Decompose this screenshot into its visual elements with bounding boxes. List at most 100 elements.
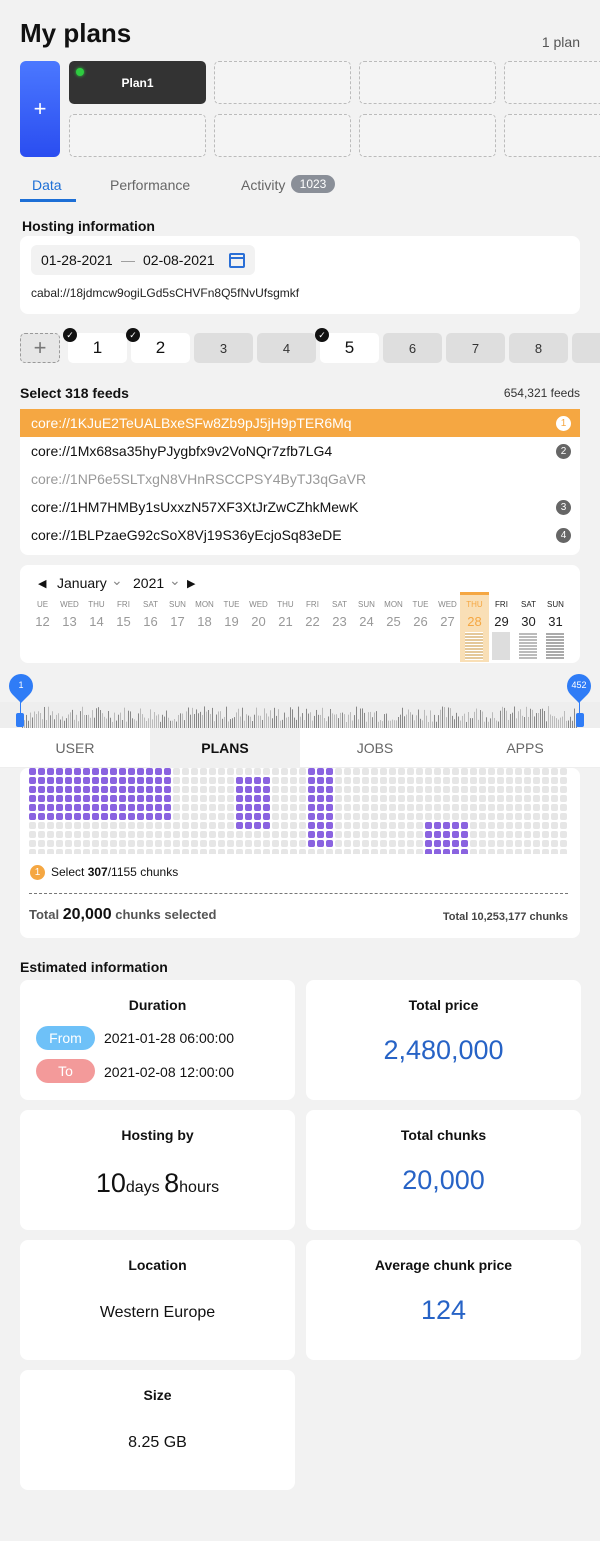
empty-plan-slot[interactable]: [504, 114, 600, 157]
chunk-cell: [110, 840, 117, 847]
chunk-cell: [470, 786, 477, 793]
slider-start-handle[interactable]: [16, 713, 24, 727]
timeline-slider[interactable]: [0, 702, 600, 728]
calendar-day[interactable]: SAT 23: [326, 600, 353, 629]
tab-data[interactable]: Data: [32, 177, 62, 193]
prev-month-icon[interactable]: ◀: [38, 577, 46, 590]
chunk-cell: [344, 822, 351, 829]
year-select[interactable]: 2021: [133, 575, 164, 591]
calendar-day[interactable]: WED 27: [434, 600, 461, 629]
chunk-cell: [506, 813, 513, 820]
feed-button-7[interactable]: 7: [446, 333, 505, 363]
feed-row[interactable]: core://1NP6e5SLTxgN8VHnRSCCPSY4ByTJ3qGaV…: [20, 465, 580, 493]
calendar-day[interactable]: FRI 15: [110, 600, 137, 629]
chunk-cell: [38, 804, 45, 811]
slider-start-pin[interactable]: 1: [4, 669, 38, 704]
plan-card-plan1[interactable]: Plan1: [69, 61, 206, 104]
empty-plan-slot[interactable]: [359, 114, 496, 157]
feed-button-6[interactable]: 6: [383, 333, 442, 363]
day-name: THU: [277, 600, 294, 609]
calendar-icon[interactable]: [229, 253, 245, 268]
add-plan-button[interactable]: +: [20, 61, 60, 157]
chunk-cell: [182, 840, 189, 847]
timeline-bar: [54, 719, 55, 728]
chunk-cell: [560, 795, 567, 802]
chunk-grid[interactable]: [29, 768, 569, 854]
timeline-bar: [534, 716, 535, 728]
calendar-day[interactable]: TUE 26: [407, 600, 434, 629]
next-month-icon[interactable]: ▶: [187, 577, 195, 590]
chunk-cell: [263, 768, 270, 775]
feed-button-8[interactable]: 8: [509, 333, 568, 363]
feed-row[interactable]: core://1KJuE2TeUALBxeSFw8Zb9pJ5jH9pTER6M…: [20, 409, 580, 437]
add-feed-button[interactable]: +: [20, 333, 60, 363]
timeline-bar: [374, 712, 375, 728]
chunk-cell: [299, 804, 306, 811]
chunk-cell: [254, 822, 261, 829]
calendar-day[interactable]: SUN 24: [353, 600, 380, 629]
chunk-cell: [65, 840, 72, 847]
timeline-bar: [486, 717, 487, 728]
empty-plan-slot[interactable]: [214, 61, 351, 104]
feed-button-2[interactable]: 2 ✓: [126, 328, 190, 363]
tab-activity[interactable]: Activity: [241, 177, 285, 193]
timeline-bar: [110, 717, 111, 728]
chunk-cell: [200, 777, 207, 784]
chunk-cell: [380, 813, 387, 820]
chunk-cell: [443, 849, 450, 854]
empty-plan-slot[interactable]: [504, 61, 600, 104]
calendar-day[interactable]: THU 14: [83, 600, 110, 629]
calendar-day[interactable]: SAT 30: [515, 600, 542, 629]
tab-jobs[interactable]: JOBS: [300, 728, 450, 768]
day-name: SAT: [143, 600, 158, 609]
slider-end-handle[interactable]: [576, 713, 584, 727]
feed-row[interactable]: core://1Mx68sa35hyPJygbfx9v2VoNQr7zfb7LG…: [20, 437, 580, 465]
timeline-bar: [206, 711, 207, 728]
tab-plans[interactable]: PLANS: [150, 728, 300, 768]
calendar-day[interactable]: SAT 16: [137, 600, 164, 629]
empty-plan-slot[interactable]: [214, 114, 351, 157]
day-number: 15: [116, 614, 131, 629]
feed-button-3[interactable]: 3: [194, 333, 253, 363]
timeline-bar: [310, 712, 311, 728]
empty-plan-slot[interactable]: [359, 61, 496, 104]
tab-user[interactable]: USER: [0, 728, 150, 768]
calendar-day[interactable]: WED 13: [56, 600, 83, 629]
calendar-day[interactable]: MON 25: [380, 600, 407, 629]
calendar-day[interactable]: FRI 22: [299, 600, 326, 629]
chunk-cell: [308, 804, 315, 811]
chunk-cell: [254, 849, 261, 854]
chunk-cell: [38, 795, 45, 802]
calendar-day[interactable]: THU 21: [272, 600, 299, 629]
calendar-day[interactable]: TUE 19: [218, 600, 245, 629]
calendar-day[interactable]: WED 20: [245, 600, 272, 629]
feed-row[interactable]: core://1HM7HMBy1sUxxzN57XF3XtJrZwCZhkMew…: [20, 493, 580, 521]
timeline-bar: [400, 714, 401, 728]
month-select[interactable]: January: [57, 575, 107, 591]
chunk-cell: [416, 831, 423, 838]
chunk-cell: [515, 840, 522, 847]
calendar-day[interactable]: THU 28: [461, 600, 488, 629]
chunk-cell: [245, 813, 252, 820]
timeline-bar: [248, 715, 249, 728]
tab-apps[interactable]: APPS: [450, 728, 600, 768]
location-card: Location Western Europe: [20, 1240, 295, 1360]
chunk-cell: [155, 831, 162, 838]
empty-plan-slot[interactable]: [69, 114, 206, 157]
tab-performance[interactable]: Performance: [110, 177, 190, 193]
calendar-day[interactable]: SUN 31: [542, 600, 569, 629]
feed-address: core://1Mx68sa35hyPJygbfx9v2VoNQr7zfb7LG…: [31, 443, 333, 459]
feed-button-1[interactable]: 1 ✓: [63, 328, 127, 363]
feed-row[interactable]: core://1BLPzaeG92cSoX8Vj19S36yEcjoSq83eD…: [20, 521, 580, 549]
chunk-cell: [371, 768, 378, 775]
calendar-day[interactable]: UE 12: [29, 600, 56, 629]
calendar-day[interactable]: FRI 29: [488, 600, 515, 629]
calendar-day[interactable]: SUN 17: [164, 600, 191, 629]
chunk-cell: [182, 777, 189, 784]
calendar-day[interactable]: MON 18: [191, 600, 218, 629]
feed-button-partial[interactable]: [572, 333, 600, 363]
slider-end-pin[interactable]: 452: [562, 669, 596, 704]
chunk-cell: [533, 804, 540, 811]
feed-button-4[interactable]: 4: [257, 333, 316, 363]
feed-button-5[interactable]: 5 ✓: [315, 328, 379, 363]
